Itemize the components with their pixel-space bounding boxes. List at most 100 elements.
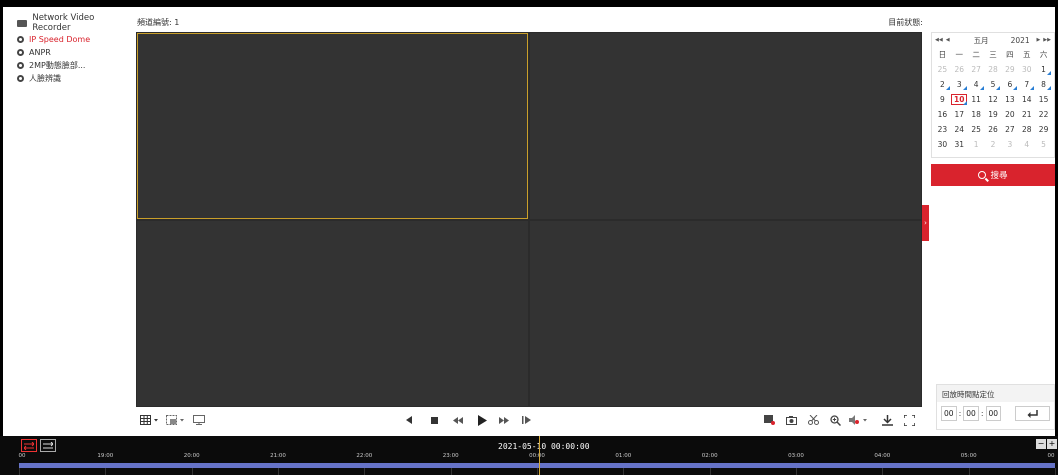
timeline-gridline — [364, 468, 366, 475]
next-month-icon[interactable]: ▶ — [1036, 37, 1040, 43]
next-year-icon[interactable]: ▶▶ — [1043, 37, 1051, 43]
prev-year-icon[interactable]: ◀◀ — [935, 37, 943, 43]
calendar-day[interactable]: 8 — [1035, 77, 1052, 92]
camera-item[interactable]: 2MP動態臉部... — [17, 59, 129, 72]
calendar-day[interactable]: 14 — [1018, 92, 1035, 107]
calendar-day[interactable]: 3 — [1001, 137, 1018, 152]
locate-time-row: 00 : 00 : 00 — [937, 402, 1054, 425]
calendar-day[interactable]: 2 — [985, 137, 1002, 152]
calendar-day[interactable]: 6 — [1001, 77, 1018, 92]
calendar-day[interactable]: 2 — [934, 77, 951, 92]
calendar-day-label: 28 — [1021, 125, 1032, 134]
video-pane-2[interactable] — [530, 33, 921, 219]
timeline-cursor[interactable] — [539, 436, 540, 475]
timeline-gridline — [278, 468, 279, 475]
calendar-day[interactable]: 26 — [951, 62, 968, 77]
calendar-day-label: 10 — [951, 94, 968, 105]
camera-item[interactable]: ANPR — [17, 46, 129, 59]
calendar-day[interactable]: 5 — [985, 77, 1002, 92]
fullscreen-button[interactable] — [902, 414, 916, 426]
download-button[interactable] — [880, 414, 894, 426]
calendar-day[interactable]: 22 — [1035, 107, 1052, 122]
stop-icon — [430, 416, 438, 424]
calendar-day[interactable]: 29 — [1035, 122, 1052, 137]
video-pane-4[interactable] — [530, 221, 921, 406]
locate-go-button[interactable] — [1015, 406, 1051, 421]
minute-input[interactable]: 00 — [963, 406, 979, 421]
timeline-mode-button-2[interactable] — [40, 439, 56, 452]
timeline-mode-button-1[interactable] — [21, 439, 37, 452]
timeline-zoom-in-button[interactable]: + — [1047, 439, 1057, 449]
video-pane-3[interactable] — [137, 221, 528, 406]
hour-input[interactable]: 00 — [941, 406, 957, 421]
stream-type-button[interactable] — [166, 414, 186, 426]
single-frame-button[interactable] — [520, 414, 532, 426]
calendar-year[interactable]: 2021 — [1011, 36, 1030, 45]
slow-down-button[interactable] — [452, 414, 464, 426]
calendar-day[interactable]: 4 — [1018, 137, 1035, 152]
calendar-day[interactable]: 11 — [968, 92, 985, 107]
calendar-day-label: 12 — [988, 95, 998, 104]
camera-item[interactable]: IP Speed Dome — [17, 33, 129, 46]
stop-button[interactable] — [429, 414, 439, 426]
calendar-day[interactable]: 31 — [951, 137, 968, 152]
calendar-day-label: 15 — [1038, 95, 1049, 104]
calendar-month[interactable]: 五月 — [974, 35, 989, 46]
clip-button[interactable] — [806, 414, 820, 426]
playback-toolbar — [136, 410, 922, 430]
calendar-day[interactable]: 25 — [968, 122, 985, 137]
timeline-zoom-out-button[interactable]: − — [1036, 439, 1046, 449]
timeline-bar[interactable]: − + 2021-05-10 00:00:00 00 19:00 20:00 21:0… — [0, 436, 1058, 475]
calendar-day[interactable]: 3 — [951, 77, 968, 92]
calendar-day[interactable]: 9 — [934, 92, 951, 107]
calendar-day[interactable]: 17 — [951, 107, 968, 122]
calendar-day[interactable]: 30 — [1018, 62, 1035, 77]
calendar-day[interactable]: 29 — [1001, 62, 1018, 77]
play-button[interactable] — [476, 414, 488, 426]
calendar-day[interactable]: 1 — [968, 137, 985, 152]
calendar-day[interactable]: 19 — [985, 107, 1002, 122]
prev-month-icon[interactable]: ◀ — [946, 37, 950, 43]
calendar-day[interactable]: 16 — [934, 107, 951, 122]
calendar-day[interactable]: 12 — [985, 92, 1002, 107]
calendar-day[interactable]: 21 — [1018, 107, 1035, 122]
collapse-panel-toggle[interactable]: › — [922, 205, 929, 241]
search-button[interactable]: 搜尋 — [931, 164, 1055, 186]
calendar-day[interactable]: 30 — [934, 137, 951, 152]
calendar-day[interactable]: 18 — [968, 107, 985, 122]
calendar-day[interactable]: 23 — [934, 122, 951, 137]
calendar-day-label: 3 — [956, 80, 962, 89]
calendar-day[interactable]: 10 — [951, 92, 968, 107]
calendar-day[interactable]: 27 — [968, 62, 985, 77]
calendar-day[interactable]: 27 — [1001, 122, 1018, 137]
window-layout-button[interactable] — [140, 414, 160, 426]
calendar-day[interactable]: 13 — [1001, 92, 1018, 107]
calendar-day[interactable]: 15 — [1035, 92, 1052, 107]
calendar-day[interactable]: 24 — [951, 122, 968, 137]
device-title: Network Video Recorder — [17, 13, 129, 33]
capture-button[interactable] — [784, 414, 798, 426]
speed-up-button[interactable] — [498, 414, 510, 426]
reverse-play-button[interactable] — [404, 414, 414, 426]
camera-item[interactable]: 人臉辨識 — [17, 72, 129, 85]
calendar-day[interactable]: 1 — [1035, 62, 1052, 77]
weekday-header: 日 — [938, 50, 947, 59]
download-clip-button[interactable] — [762, 414, 776, 426]
timeline-tick-label: 21:00 — [270, 453, 286, 459]
digital-zoom-button[interactable] — [828, 414, 842, 426]
second-input[interactable]: 00 — [985, 406, 1002, 421]
timeline-current-time: 2021-05-10 00:00:00 — [498, 442, 590, 451]
calendar-day[interactable]: 28 — [1018, 122, 1035, 137]
video-pane-1[interactable] — [137, 33, 528, 219]
calendar-day[interactable]: 28 — [985, 62, 1002, 77]
camera-label: IP Speed Dome — [29, 35, 91, 44]
calendar-day[interactable]: 26 — [985, 122, 1002, 137]
calendar-day[interactable]: 7 — [1018, 77, 1035, 92]
calendar-day[interactable]: 5 — [1035, 137, 1052, 152]
calendar-day[interactable]: 4 — [968, 77, 985, 92]
audio-button[interactable] — [848, 414, 870, 426]
calendar-day[interactable]: 20 — [1001, 107, 1018, 122]
weekday-header: 四 — [1006, 50, 1014, 59]
calendar-day[interactable]: 25 — [934, 62, 951, 77]
all-window-button[interactable] — [192, 414, 206, 426]
